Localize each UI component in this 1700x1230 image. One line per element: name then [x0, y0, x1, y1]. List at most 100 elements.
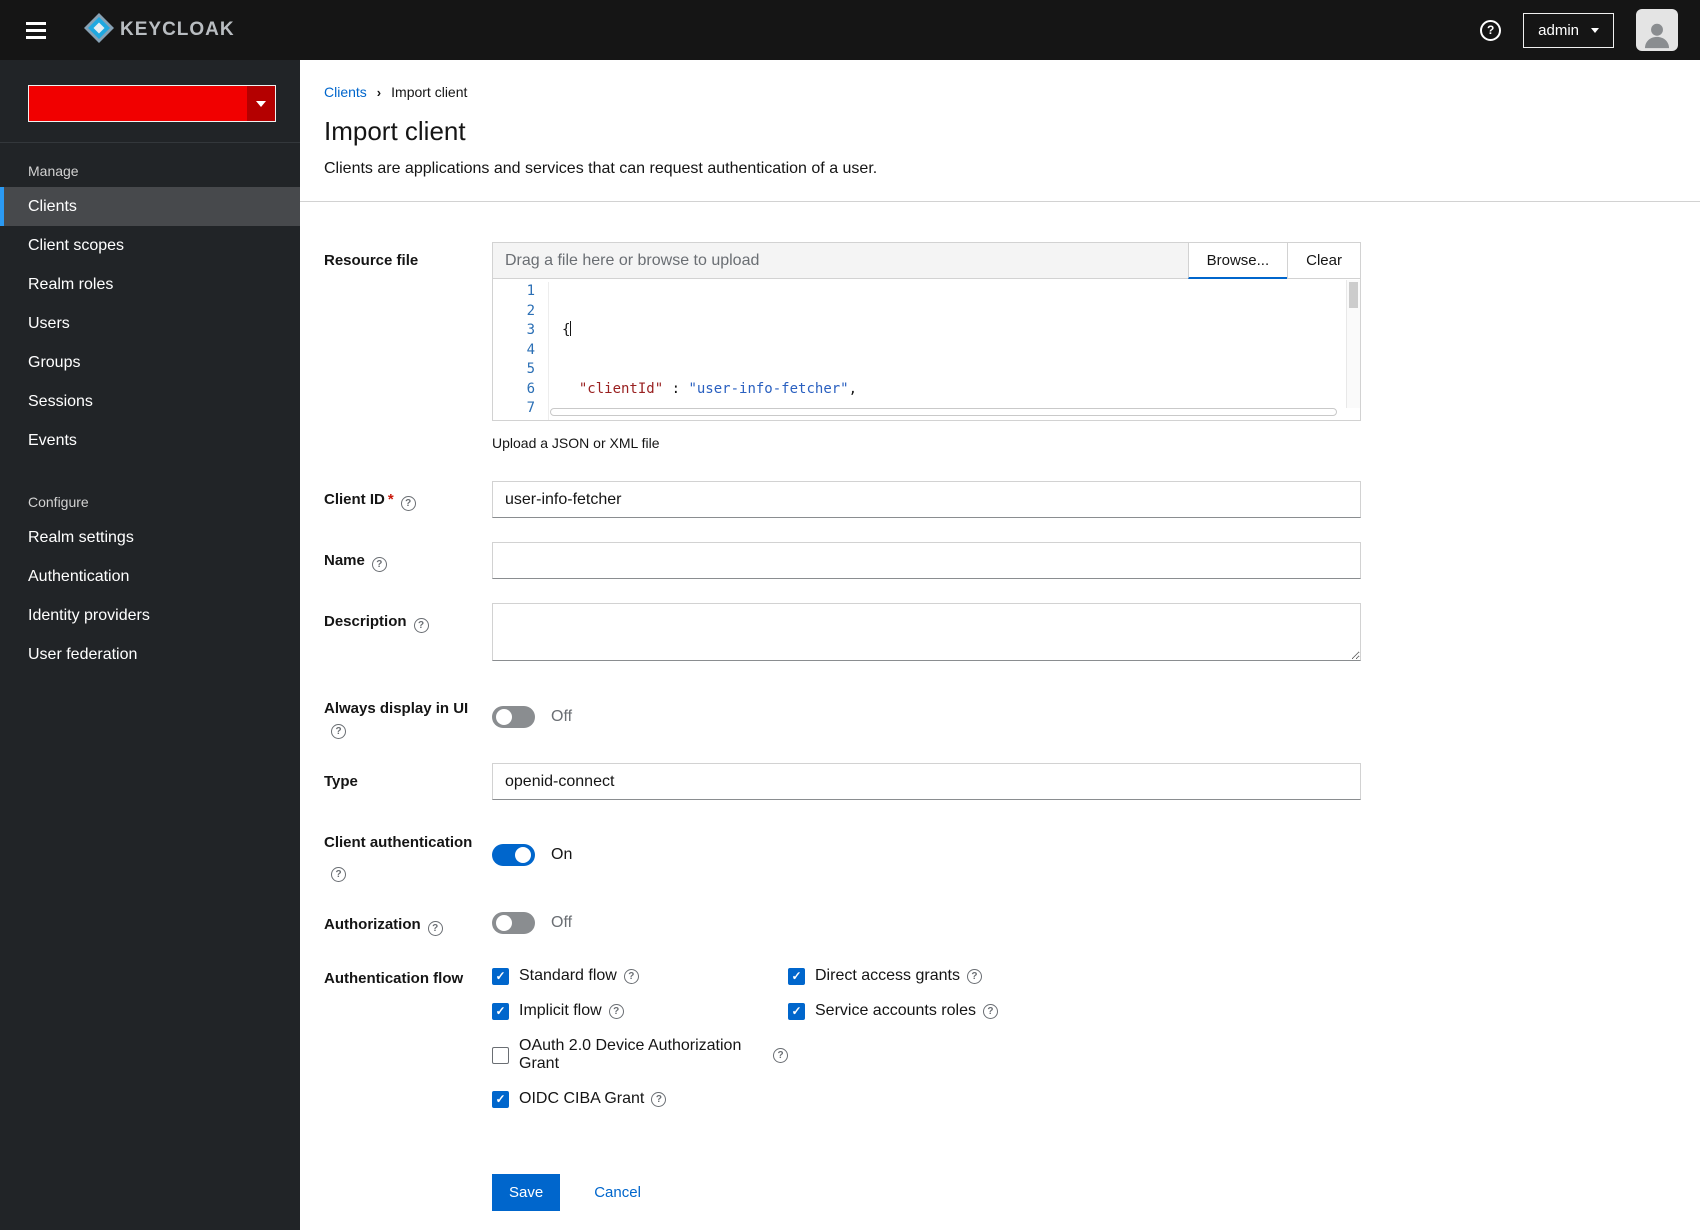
name-input[interactable] [492, 542, 1361, 579]
chevron-right-icon [377, 85, 381, 100]
help-icon[interactable] [413, 618, 429, 633]
always-display-label: Always display in UI [324, 690, 482, 739]
client-id-label: Client ID * [324, 481, 482, 518]
checkbox-direct-access-grants[interactable]: Direct access grants [788, 967, 1361, 985]
upload-helper-text: Upload a JSON or XML file [492, 435, 660, 451]
checkbox-box[interactable] [788, 1002, 805, 1020]
user-dropdown-label: admin [1538, 21, 1579, 39]
help-icon[interactable] [608, 1003, 624, 1019]
resource-file-row: Resource file Drag a file here or browse… [324, 242, 1676, 451]
client-id-input[interactable] [492, 481, 1361, 518]
sidebar-item-sessions[interactable]: Sessions [0, 382, 300, 421]
save-button[interactable]: Save [492, 1174, 561, 1211]
checkbox-box[interactable] [788, 967, 805, 985]
toggle-state-label: Off [551, 914, 573, 931]
toggle-state-label: On [551, 846, 573, 863]
type-label: Type [324, 773, 358, 790]
checkbox-box[interactable] [492, 1090, 509, 1108]
keycloak-logo: KEYCLOAK [82, 11, 235, 50]
breadcrumb-current: Import client [391, 84, 468, 100]
help-icon[interactable] [623, 968, 639, 984]
sidebar-item-events[interactable]: Events [0, 421, 300, 460]
json-code-editor[interactable]: 1 2 3 4 5 6 7 { "clientId" : "user-info-… [492, 279, 1361, 421]
page-subtitle: Clients are applications and services th… [324, 160, 878, 177]
description-row: Description [324, 603, 1676, 666]
breadcrumb-clients-link[interactable]: Clients [324, 84, 367, 100]
checkbox-oidc-ciba-grant[interactable]: OIDC CIBA Grant [492, 1090, 788, 1108]
help-icon[interactable] [371, 557, 387, 572]
checkbox-box[interactable] [492, 967, 509, 985]
sidebar-item-client-scopes[interactable]: Client scopes [0, 226, 300, 265]
help-icon[interactable] [773, 1047, 788, 1063]
authentication-flow-label: Authentication flow [324, 970, 464, 987]
user-dropdown[interactable]: admin [1523, 12, 1614, 48]
nav-section-configure: Configure [28, 494, 89, 510]
always-display-toggle[interactable] [492, 705, 535, 728]
authorization-toggle[interactable] [492, 912, 535, 934]
help-icon[interactable] [651, 1091, 667, 1107]
client-id-row: Client ID * [324, 481, 1676, 518]
help-icon[interactable] [1480, 19, 1502, 41]
help-icon[interactable] [427, 921, 443, 936]
authentication-flow-row: Authentication flow Standard flow Direct… [324, 960, 1676, 1108]
description-textarea[interactable] [492, 603, 1361, 661]
checkbox-box[interactable] [492, 1002, 509, 1020]
client-authentication-toggle[interactable] [492, 844, 535, 866]
code-content: { "clientId" : "user-info-fetcher", "sur… [562, 321, 858, 397]
always-display-row: Always display in UI Off [324, 690, 1676, 739]
import-client-form: Resource file Drag a file here or browse… [300, 202, 1700, 1211]
sidebar-item-realm-settings[interactable]: Realm settings [0, 518, 300, 557]
nav-section-manage: Manage [28, 163, 79, 179]
authorization-row: Authorization Off [324, 906, 1676, 936]
help-icon[interactable] [400, 496, 416, 511]
authorization-label: Authorization [324, 906, 482, 936]
help-icon[interactable] [982, 1003, 998, 1019]
actions-row: Save Cancel [324, 1132, 1676, 1211]
scrollbar-thumb[interactable] [550, 408, 1338, 416]
checkbox-standard-flow[interactable]: Standard flow [492, 967, 788, 985]
horizontal-scrollbar[interactable] [550, 408, 1345, 418]
client-authentication-label: Client authentication [324, 824, 482, 882]
code-line-numbers: 1 2 3 4 5 6 7 [493, 282, 549, 420]
type-row: Type [324, 763, 1676, 800]
menu-toggle-button[interactable] [16, 10, 56, 50]
help-icon[interactable] [331, 724, 346, 739]
scrollbar-thumb[interactable] [1349, 282, 1358, 308]
resource-file-label: Resource file [324, 252, 419, 269]
sidebar-item-identity-providers[interactable]: Identity providers [0, 596, 300, 635]
sidebar: Manage Clients Client scopes Realm roles… [0, 60, 300, 1230]
help-icon[interactable] [331, 867, 346, 882]
sidebar-item-groups[interactable]: Groups [0, 343, 300, 382]
checkbox-service-accounts-roles[interactable]: Service accounts roles [788, 1002, 1361, 1020]
help-icon[interactable] [966, 968, 982, 984]
sidebar-item-authentication[interactable]: Authentication [0, 557, 300, 596]
main-content: Clients Import client Import client Clie… [300, 60, 1700, 1230]
type-input[interactable] [492, 763, 1361, 800]
sidebar-item-user-federation[interactable]: User federation [0, 635, 300, 674]
client-authentication-row: Client authentication On [324, 824, 1676, 882]
checkbox-box[interactable] [492, 1046, 509, 1064]
file-upload-input[interactable]: Drag a file here or browse to upload [492, 242, 1189, 279]
chevron-down-icon [1591, 27, 1599, 33]
checkbox-implicit-flow[interactable]: Implicit flow [492, 1002, 788, 1020]
name-label: Name [324, 542, 482, 579]
vertical-scrollbar[interactable] [1346, 280, 1360, 408]
page-title: Import client [324, 116, 466, 146]
top-bar: KEYCLOAK admin [0, 0, 1700, 60]
realm-name [29, 86, 247, 121]
name-row: Name [324, 542, 1676, 579]
cancel-button[interactable]: Cancel [594, 1184, 641, 1201]
realm-selector[interactable] [28, 85, 276, 122]
sidebar-item-clients[interactable]: Clients [0, 187, 300, 226]
avatar[interactable] [1636, 9, 1678, 51]
sidebar-item-realm-roles[interactable]: Realm roles [0, 265, 300, 304]
description-label: Description [324, 603, 482, 666]
checkbox-oauth-device-grant[interactable]: OAuth 2.0 Device Authorization Grant [492, 1037, 788, 1073]
text-cursor [570, 321, 572, 336]
sidebar-item-users[interactable]: Users [0, 304, 300, 343]
toggle-state-label: Off [551, 707, 573, 725]
brand-name: KEYCLOAK [120, 19, 235, 40]
browse-button[interactable]: Browse... [1187, 242, 1289, 279]
clear-button[interactable]: Clear [1287, 242, 1361, 279]
breadcrumb: Clients Import client [300, 60, 1700, 100]
